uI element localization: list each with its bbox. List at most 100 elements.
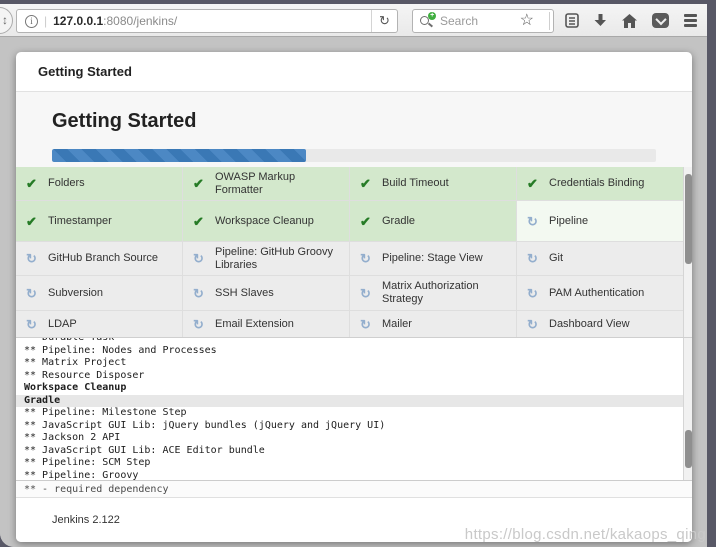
bookmark-star-icon[interactable]: ☆: [520, 13, 534, 29]
spinner-icon: ↻: [193, 318, 207, 331]
console-log-line: Workspace Cleanup: [24, 382, 692, 395]
plugin-cell: ✔ Folders: [16, 167, 182, 200]
reload-button[interactable]: ↻: [371, 10, 397, 32]
plugin-cell: ↻ Matrix Authorization Strategy: [350, 276, 516, 310]
check-icon: ✔: [360, 215, 374, 228]
check-icon: ✔: [26, 177, 40, 190]
plugin-name-label: LDAP: [48, 318, 77, 331]
plugin-name-label: Folders: [48, 177, 85, 190]
plugin-grid-scrollbar[interactable]: [683, 167, 692, 337]
spinner-icon: ↻: [527, 252, 541, 265]
plugin-name-label: Timestamper: [48, 215, 112, 228]
plugin-name-label: OWASP Markup Formatter: [215, 171, 343, 197]
plugin-cell: ↻ LDAP: [16, 311, 182, 337]
back-button[interactable]: ↕: [0, 7, 13, 34]
console-log-line: ** JavaScript GUI Lib: jQuery bundles (j…: [24, 420, 692, 433]
console-log-line: ** Durable Task: [24, 337, 692, 345]
page-title: Getting Started: [52, 110, 196, 133]
plugin-name-label: Workspace Cleanup: [215, 215, 314, 228]
plugin-cell: ↻ Subversion: [16, 276, 182, 310]
console-log-line: ** JavaScript GUI Lib: ACE Editor bundle: [24, 445, 692, 458]
check-icon: ✔: [527, 177, 541, 190]
spinner-icon: ↻: [193, 287, 207, 300]
plugin-name-label: Build Timeout: [382, 177, 449, 190]
bookmarks-menu-icon[interactable]: [565, 13, 579, 28]
console-scrollbar-thumb[interactable]: [685, 430, 692, 468]
console-log-line: ** Resource Disposer: [24, 370, 692, 383]
firefox-window: ↕ i | 127.0.0.1:8080/jenkins/ ↻ + ☆: [0, 4, 707, 547]
url-bar[interactable]: i | 127.0.0.1:8080/jenkins/ ↻: [16, 9, 398, 33]
plugin-cell: ↻ SSH Slaves: [183, 276, 349, 310]
plugin-cell: ↻ Pipeline: [517, 201, 683, 241]
plugin-name-label: Credentials Binding: [549, 177, 644, 190]
console-log-line: ** Matrix Project: [24, 357, 692, 370]
plugin-grid-scrollbar-thumb[interactable]: [685, 174, 692, 264]
console-log-line: Gradle: [16, 395, 692, 408]
plugin-name-label: Mailer: [382, 318, 412, 331]
console-log-line: ** Pipeline: Groovy: [24, 470, 692, 481]
console-log-line: ** Pipeline: Milestone Step: [24, 407, 692, 420]
install-console-log: ** Durable Task ** Pipeline: Nodes and P…: [16, 337, 692, 480]
plugin-cell: ✔ Workspace Cleanup: [183, 201, 349, 241]
plugin-grid: ✔ Folders ✔ OWASP Markup Formatter ✔ Bui…: [16, 167, 683, 337]
home-icon[interactable]: [622, 14, 637, 28]
menu-icon[interactable]: [684, 14, 697, 27]
check-icon: ✔: [26, 215, 40, 228]
hero-section: Getting Started: [16, 92, 692, 167]
plugin-name-label: Pipeline: [549, 215, 588, 228]
console-scrollbar[interactable]: [683, 338, 692, 480]
progress-fill: [52, 149, 306, 162]
plugin-name-label: Email Extension: [215, 318, 294, 331]
dialog-title: Getting Started: [16, 52, 692, 92]
browser-toolbar: ↕ i | 127.0.0.1:8080/jenkins/ ↻ + ☆: [0, 4, 707, 37]
csdn-watermark: https://blog.csdn.net/kakaops_qing: [465, 526, 706, 543]
search-icon[interactable]: +: [420, 14, 436, 28]
plugin-cell: ↻ Mailer: [350, 311, 516, 337]
spinner-icon: ↻: [527, 215, 541, 228]
plugin-cell: ↻ Dashboard View: [517, 311, 683, 337]
url-separator: |: [44, 14, 47, 28]
check-icon: ✔: [193, 177, 207, 190]
spinner-icon: ↻: [360, 252, 374, 265]
url-host: 127.0.0.1: [53, 14, 103, 28]
jenkins-version-label: Jenkins 2.122: [52, 514, 120, 526]
plugin-cell: ✔ Timestamper: [16, 201, 182, 241]
plugin-name-label: Pipeline: Stage View: [382, 252, 483, 265]
plugin-cell: ↻ GitHub Branch Source: [16, 242, 182, 275]
plugin-name-label: Matrix Authorization Strategy: [382, 280, 510, 306]
plugin-cell: ↻ Pipeline: Stage View: [350, 242, 516, 275]
pocket-icon[interactable]: [652, 13, 669, 28]
plugin-name-label: GitHub Branch Source: [48, 252, 158, 265]
jenkins-page-background: Getting Started Getting Started ✔ Folder…: [0, 38, 707, 547]
spinner-icon: ↻: [26, 318, 40, 331]
plugin-cell: ✔ Gradle: [350, 201, 516, 241]
site-info-icon[interactable]: i: [25, 15, 38, 28]
console-log-line: ** Pipeline: SCM Step: [24, 457, 692, 470]
check-icon: ✔: [360, 177, 374, 190]
plugin-cell: ↻ PAM Authentication: [517, 276, 683, 310]
plugin-name-label: Pipeline: GitHub Groovy Libraries: [215, 246, 343, 272]
url-path: :8080/jenkins/: [103, 14, 177, 28]
back-icon: ↕: [2, 13, 8, 27]
url-text[interactable]: 127.0.0.1:8080/jenkins/: [53, 14, 371, 28]
downloads-icon[interactable]: [594, 14, 607, 28]
spinner-icon: ↻: [26, 287, 40, 300]
plugin-name-label: Gradle: [382, 215, 415, 228]
required-dependency-note: ** - required dependency: [16, 480, 692, 498]
plugin-cell: ✔ Credentials Binding: [517, 167, 683, 200]
reload-icon: ↻: [379, 13, 390, 29]
console-log-line: ** Jackson 2 API: [24, 432, 692, 445]
plugin-cell: ✔ Build Timeout: [350, 167, 516, 200]
plugin-cell: ↻ Email Extension: [183, 311, 349, 337]
search-add-engine-badge: +: [428, 12, 436, 20]
plugin-name-label: Dashboard View: [549, 318, 630, 331]
plugin-cell: ✔ OWASP Markup Formatter: [183, 167, 349, 200]
spinner-icon: ↻: [527, 318, 541, 331]
plugin-cell: ↻ Pipeline: GitHub Groovy Libraries: [183, 242, 349, 275]
install-progress-bar: [52, 149, 656, 162]
toolbar-divider: [549, 12, 550, 30]
spinner-icon: ↻: [527, 287, 541, 300]
plugin-name-label: Git: [549, 252, 563, 265]
plugin-name-label: Subversion: [48, 287, 103, 300]
check-icon: ✔: [193, 215, 207, 228]
